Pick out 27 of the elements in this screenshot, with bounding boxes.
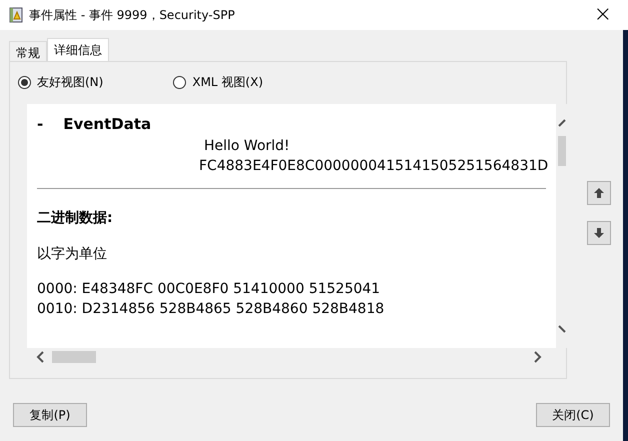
binary-data-heading: 二进制数据: [37,209,114,227]
scroll-right-icon[interactable] [532,351,542,363]
close-dialog-button[interactable]: 关闭(C) [536,403,610,427]
scroll-up-icon[interactable] [557,118,567,128]
section-title: EventData [63,115,152,133]
window-title: 事件属性 - 事件 9999，Security-SPP [29,6,235,24]
scroll-thumb[interactable] [52,351,96,363]
scroll-thumb[interactable] [558,136,566,166]
tab[interactable]: 详细信息 [47,38,109,61]
event-data-value: Hello World! [203,137,291,156]
scroll-left-icon[interactable] [36,351,46,363]
view-radio[interactable]: XML 视图(X) [173,74,264,90]
up-arrow-icon [593,187,605,199]
event-log-icon [9,7,23,23]
scroll-down-icon[interactable] [557,324,567,334]
unit-label: 以字为单位 [37,245,108,263]
hex-line: 0010: D2314856 528B4865 528B4860 528B4818 [37,300,386,319]
copy-button[interactable]: 复制(P) [13,403,87,427]
next-event-button[interactable] [587,221,611,245]
collapse-marker[interactable]: - [37,115,44,133]
down-arrow-icon [593,227,605,239]
previous-event-button[interactable] [587,181,611,205]
close-button[interactable]: × [590,4,616,26]
tab[interactable]: 常规 [9,41,47,61]
view-radio[interactable]: 友好视图(N) [18,74,104,90]
event-data-value: FC4883E4F0E8C0000000415141505251564831D [198,157,550,176]
hex-line: 0000: E48348FC 00C0E8F0 51410000 51525041 [37,280,382,299]
